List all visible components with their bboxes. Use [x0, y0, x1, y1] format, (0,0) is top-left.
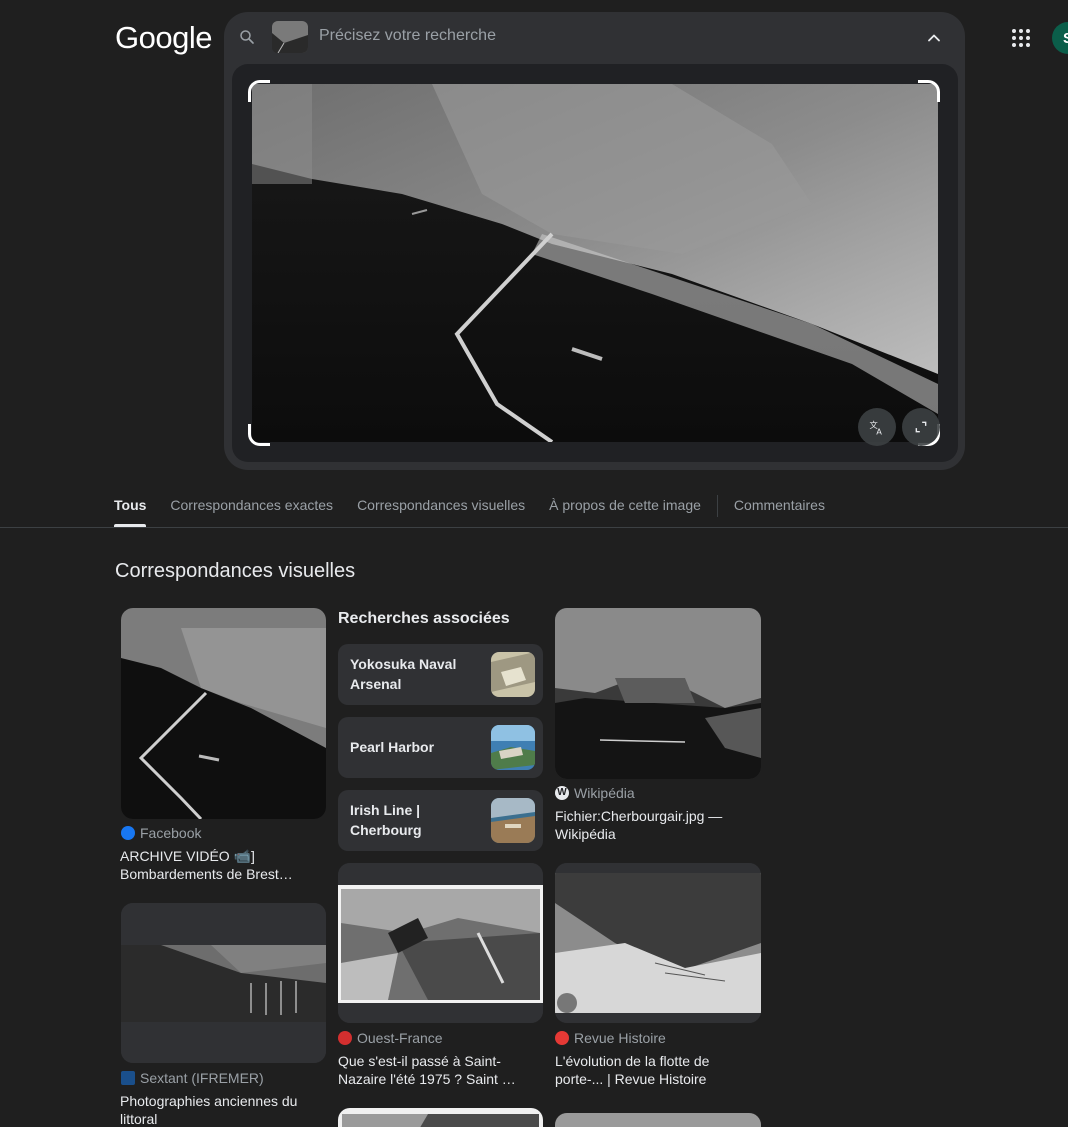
source-label: Sextant (IFREMER) — [140, 1070, 264, 1086]
tab-exact-matches[interactable]: Correspondances exactes — [170, 497, 333, 527]
tab-separator — [716, 495, 718, 517]
result-image-ouest-france[interactable] — [338, 863, 543, 1023]
tab-all[interactable]: Tous — [114, 497, 147, 527]
search-icon[interactable] — [238, 28, 256, 46]
facebook-icon — [121, 826, 135, 840]
source-label: Ouest-France — [357, 1030, 443, 1046]
wikipedia-icon: W — [555, 786, 569, 800]
result-title-sextant[interactable]: Photographies anciennes du littoral — [120, 1092, 326, 1127]
account-avatar[interactable]: S — [1052, 22, 1068, 54]
svg-text:A: A — [876, 427, 882, 437]
tab-visual-matches[interactable]: Correspondances visuelles — [357, 497, 525, 527]
chevron-up-icon[interactable] — [924, 28, 944, 48]
tab-feedback[interactable]: Commentaires — [734, 497, 825, 527]
result-source-sextant[interactable]: Sextant (IFREMER) — [121, 1070, 264, 1086]
search-panel: 文 A — [224, 12, 965, 470]
related-search-pearl-harbor[interactable]: Pearl Harbor — [338, 717, 543, 778]
result-source-wikipedia[interactable]: W Wikipédia — [555, 785, 635, 801]
crop-handle-bottom-left[interactable] — [248, 424, 270, 446]
crop-handle-top-left[interactable] — [248, 80, 270, 102]
result-title-wikipedia[interactable]: Fichier:Cherbourgair.jpg — Wikipédia — [555, 807, 761, 843]
translate-button[interactable]: 文 A — [858, 408, 896, 446]
result-title-revue-histoire[interactable]: L'évolution de la flotte de porte-... | … — [555, 1052, 761, 1088]
result-image-facebook[interactable] — [121, 608, 326, 819]
result-source-revue-histoire[interactable]: Revue Histoire — [555, 1030, 666, 1046]
tabs-divider — [0, 527, 1068, 528]
tab-about-image[interactable]: À propos de cette image — [549, 497, 701, 527]
source-label: Wikipédia — [574, 785, 635, 801]
source-label: Revue Histoire — [574, 1030, 666, 1046]
result-image-wikipedia[interactable] — [555, 608, 761, 779]
result-title-ouest-france[interactable]: Que s'est-il passé à Saint-Nazaire l'été… — [338, 1052, 544, 1088]
result-image-partial-2[interactable] — [555, 1113, 761, 1127]
google-logo[interactable]: Google — [115, 20, 212, 56]
query-image[interactable] — [252, 84, 938, 442]
revue-histoire-icon — [555, 1031, 569, 1045]
sextant-icon — [121, 1071, 135, 1085]
result-image-partial-1[interactable] — [338, 1108, 543, 1127]
google-apps-icon[interactable] — [1011, 28, 1031, 48]
result-image-revue-histoire[interactable] — [555, 863, 761, 1023]
related-search-thumbnail — [491, 725, 535, 770]
result-tabs: Tous Correspondances exactes Corresponda… — [114, 495, 849, 527]
related-search-label: Yokosuka Naval Arsenal — [350, 656, 457, 692]
related-search-label: Irish Line | Cherbourg — [350, 802, 422, 838]
fullscreen-button[interactable] — [902, 408, 940, 446]
query-image-thumbnail[interactable] — [272, 21, 308, 53]
ouest-france-icon — [338, 1031, 352, 1045]
related-search-thumbnail — [491, 652, 535, 697]
section-title: Correspondances visuelles — [115, 560, 356, 582]
related-search-thumbnail — [491, 798, 535, 843]
related-search-yokosuka[interactable]: Yokosuka Naval Arsenal — [338, 644, 543, 705]
result-image-sextant[interactable] — [121, 903, 326, 1063]
crop-handle-top-right[interactable] — [918, 80, 940, 102]
translate-icon: 文 A — [870, 420, 883, 437]
result-title-facebook[interactable]: ARCHIVE VIDÉO 📹] Bombardements de Brest… — [120, 847, 326, 883]
related-searches-heading: Recherches associées — [338, 610, 510, 627]
related-search-label: Pearl Harbor — [350, 739, 435, 755]
result-source-facebook[interactable]: Facebook — [121, 825, 201, 841]
result-source-ouest-france[interactable]: Ouest-France — [338, 1030, 443, 1046]
search-input[interactable] — [319, 27, 879, 45]
source-label: Facebook — [140, 825, 202, 841]
search-bar[interactable] — [224, 12, 965, 62]
related-search-irish-line[interactable]: Irish Line | Cherbourg — [338, 790, 543, 851]
expand-icon — [915, 421, 927, 433]
